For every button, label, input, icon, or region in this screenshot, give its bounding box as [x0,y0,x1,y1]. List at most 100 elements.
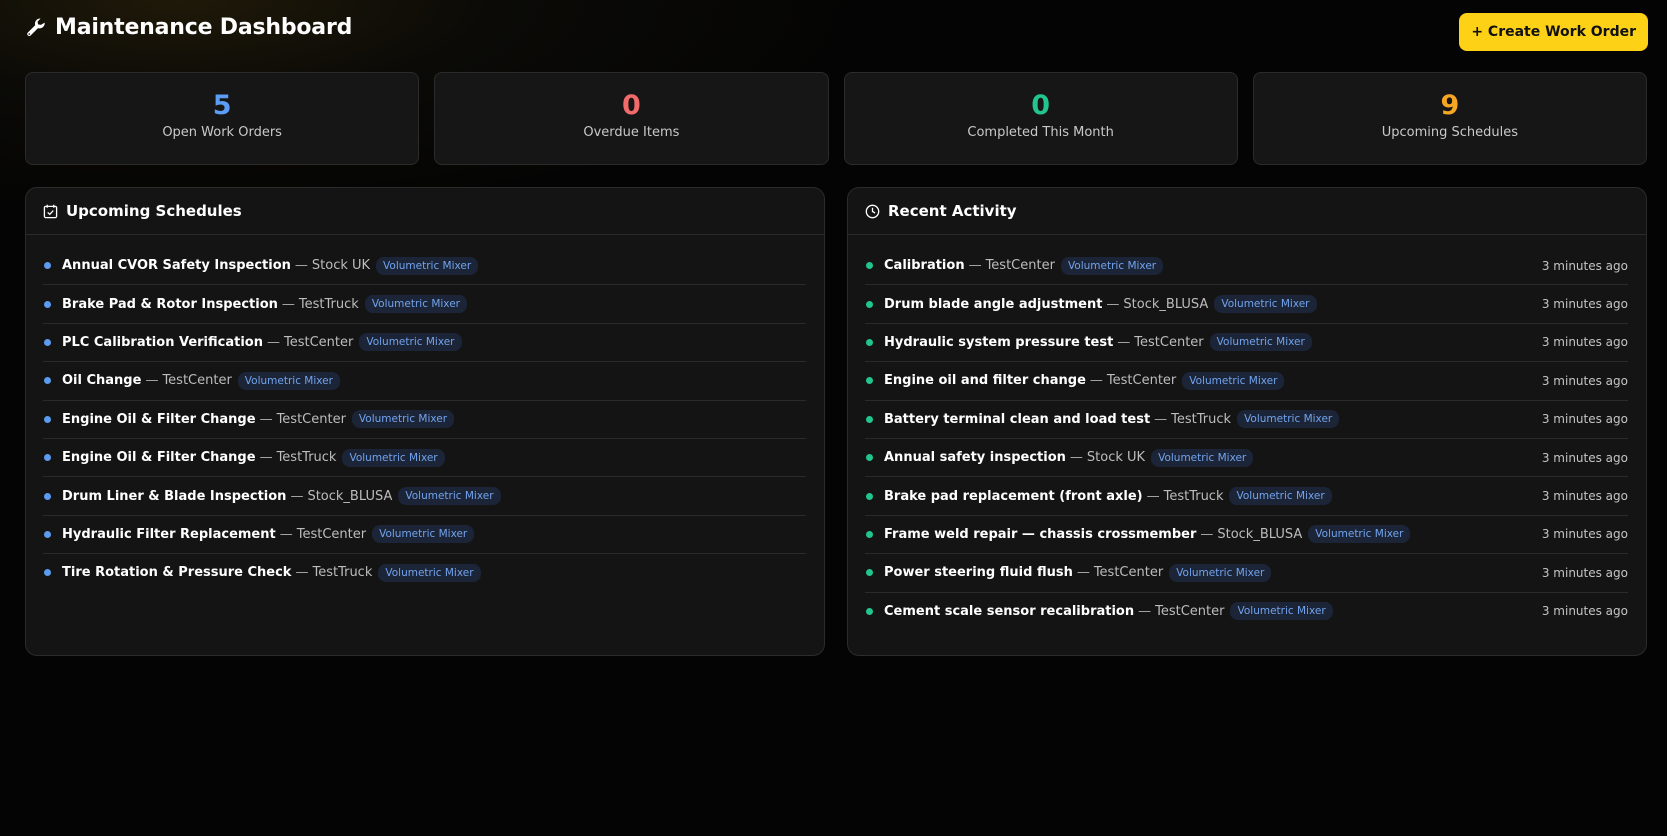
separator: — [1089,373,1103,389]
item-location: TestTruck [1171,411,1232,427]
status-dot [44,262,51,270]
timestamp: 3 minutes ago [1541,527,1628,542]
list-item[interactable]: PLC Calibration Verification — TestCenter V… [43,324,806,363]
item-title: Annual safety inspection [884,450,1066,466]
separator: — [1154,411,1168,427]
item-location: TestCenter [162,373,232,389]
item-title: PLC Calibration Verification [62,334,263,350]
status-dot [44,492,51,500]
list-item[interactable]: Calibration — TestCenter Volumetric Mixer 3 … [865,247,1628,286]
page-title: Maintenance Dashboard [55,15,353,40]
item-title: Battery terminal clean and load test [884,411,1151,427]
stat-label: Open Work Orders [162,125,282,140]
equipment-tag: Volumetric Mixer [372,525,475,544]
list-item[interactable]: Brake Pad & Rotor Inspection — TestTruck Vo… [43,285,806,324]
status-dot [44,300,51,308]
timestamp: 3 minutes ago [1541,297,1628,312]
status-dot [866,607,873,615]
list-item[interactable]: Cement scale sensor recalibration — TestCe… [865,593,1628,630]
item-title: Oil Change [62,373,142,389]
equipment-tag: Volumetric Mixer [1237,410,1340,429]
list-item[interactable]: Engine Oil & Filter Change — TestTruck Volu… [43,439,806,478]
list-item[interactable]: Engine Oil & Filter Change — TestCenter Vol… [43,401,806,439]
separator: — [1146,488,1160,504]
item-location: TestCenter [985,258,1055,274]
status-dot [866,530,873,538]
stat-label: Overdue Items [583,125,680,140]
equipment-tag: Volumetric Mixer [1209,333,1312,352]
item-location: Stock_BLUSA [1217,526,1303,542]
create-work-order-button[interactable]: + Create Work Order [1459,13,1648,51]
equipment-tag: Volumetric Mixer [1214,295,1317,314]
item-location: TestCenter [1155,603,1225,619]
equipment-tag: Volumetric Mixer [378,563,481,582]
separator: — [259,411,273,427]
separator: — [279,526,293,542]
item-location: TestCenter [296,526,367,542]
list-item[interactable]: Drum Liner & Blade Inspection — Stock_BLUS… [43,477,806,516]
equipment-tag: Volumetric Mixer [398,487,501,506]
item-location: TestCenter [1093,565,1164,581]
stat-card-upcoming-schedules[interactable]: 9 Upcoming Schedules [1252,72,1647,165]
separator: — [281,296,295,312]
list-item[interactable]: Annual CVOR Safety Inspection — Stock UK Vo… [43,247,806,286]
item-location: TestCenter [283,334,354,350]
wrench-icon [27,18,45,36]
item-title: Calibration [884,258,965,274]
timestamp: 3 minutes ago [1541,412,1628,427]
stat-card-completed-this-month[interactable]: 0 Completed This Month [843,72,1238,165]
equipment-tag: Volumetric Mixer [364,295,467,314]
item-title: Engine Oil & Filter Change [62,411,256,427]
item-location: TestCenter [276,411,346,427]
item-title: Brake Pad & Rotor Inspection [62,296,278,312]
list-item[interactable]: Battery terminal clean and load test — Tes… [865,401,1628,439]
list-item[interactable]: Engine oil and filter change — TestCenter V… [865,362,1628,401]
timestamp: 3 minutes ago [1541,258,1628,273]
equipment-tag: Volumetric Mixer [1060,256,1164,275]
list-item[interactable]: Drum blade angle adjustment — Stock_BLUSA V… [865,285,1628,324]
status-dot [44,454,51,462]
status-dot [866,454,873,462]
list-item[interactable]: Frame weld repair — chassis crossmember —… [865,516,1628,555]
status-dot [866,300,873,308]
timestamp: 3 minutes ago [1541,450,1628,465]
panel-header: Upcoming Schedules [26,188,824,235]
stat-value: 0 [621,90,641,121]
timestamp: 3 minutes ago [1541,565,1628,580]
list-item[interactable]: Tire Rotation & Pressure Check — TestTruck… [43,554,806,591]
item-title: Annual CVOR Safety Inspection [62,258,291,274]
activity-list: Calibration — TestCenter Volumetric Mixer 3 … [848,235,1646,630]
list-item[interactable]: Power steering fluid flush — TestCenter Vol… [865,554,1628,593]
item-title: Hydraulic Filter Replacement [62,526,276,542]
list-item[interactable]: Oil Change — TestCenter Volumetric Mixer [43,362,806,401]
separator: — [294,258,308,274]
stat-value: 9 [1440,90,1460,121]
item-location: TestCenter [1106,373,1177,389]
item-location: TestCenter [1134,334,1204,350]
item-title: Frame weld repair — chassis crossmember [884,526,1197,542]
equipment-tag: Volumetric Mixer [1230,602,1333,621]
equipment-tag: Volumetric Mixer [1182,371,1285,390]
equipment-tag: Volumetric Mixer [1151,448,1254,467]
status-dot [866,492,873,500]
item-title: Power steering fluid flush [884,565,1073,581]
page-header: Maintenance Dashboard [25,15,352,40]
list-item[interactable]: Hydraulic Filter Replacement — TestCenter V… [43,516,806,555]
recent-activity-panel: Recent Activity Calibration — TestCenter Vo… [847,187,1647,656]
equipment-tag: Volumetric Mixer [1169,563,1272,582]
item-location: TestTruck [298,296,359,312]
panel-title: Upcoming Schedules [66,202,242,220]
clock-icon [865,204,880,218]
list-item[interactable]: Brake pad replacement (front axle) — TestT… [865,477,1628,516]
separator: — [1069,450,1083,466]
list-item[interactable]: Hydraulic system pressure test — TestCente… [865,324,1628,363]
list-item[interactable]: Annual safety inspection — Stock UK Volumet… [865,439,1628,478]
equipment-tag: Volumetric Mixer [359,333,462,352]
stat-card-overdue-items[interactable]: 0 Overdue Items [434,72,829,165]
stat-card-open-work-orders[interactable]: 5 Open Work Orders [25,72,420,165]
separator: — [1117,334,1131,350]
equipment-tag: Volumetric Mixer [351,410,455,429]
status-dot [866,338,873,346]
stats-row: 5 Open Work Orders 0 Overdue Items 0 Com… [25,72,1647,165]
item-title: Tire Rotation & Pressure Check [62,565,292,581]
